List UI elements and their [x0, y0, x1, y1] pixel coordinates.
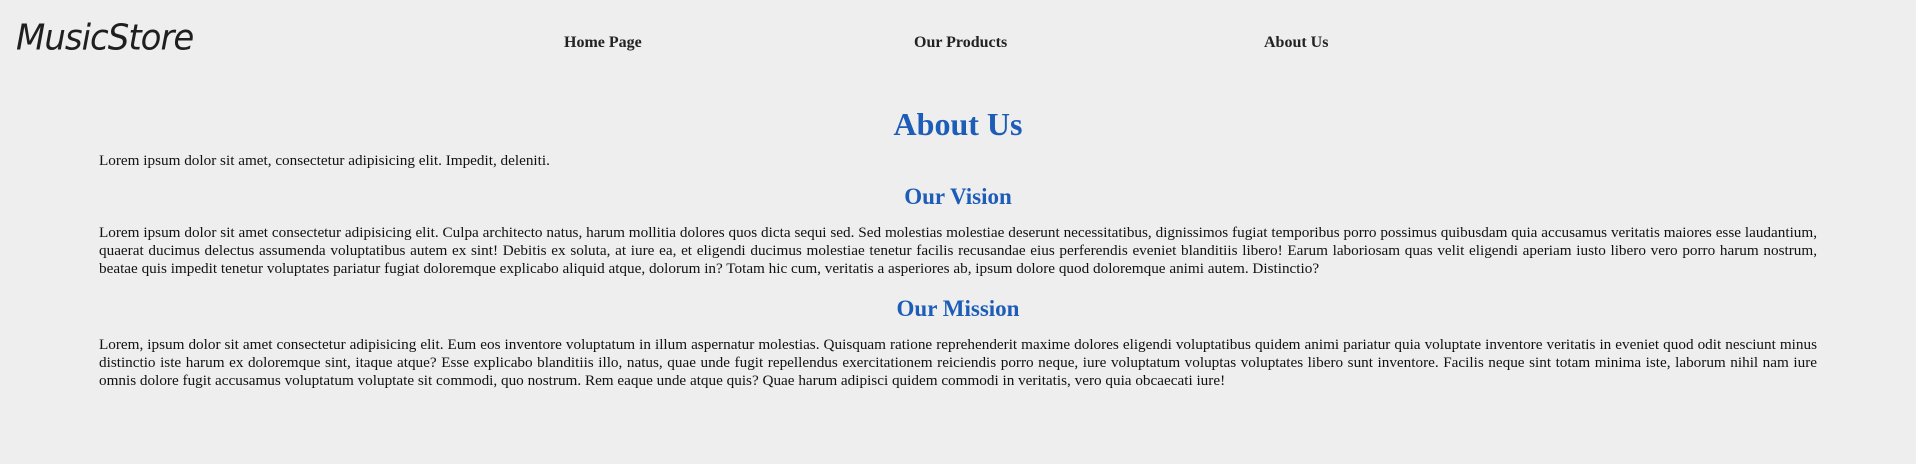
- nav-our-products[interactable]: Our Products: [914, 34, 1007, 52]
- page-title: About Us: [893, 106, 1023, 142]
- mission-text: Lorem, ipsum dolor sit amet consectetur …: [99, 336, 1817, 389]
- vision-heading: Our Vision: [904, 184, 1012, 209]
- vision-text: Lorem ipsum dolor sit amet consectetur a…: [99, 224, 1817, 277]
- intro-text: Lorem ipsum dolor sit amet, consectetur …: [99, 152, 550, 169]
- about-section: About Us Lorem ipsum dolor sit amet, con…: [0, 106, 1916, 390]
- site-header: MusicStore Home Page Our Products About …: [0, 0, 1916, 88]
- logo[interactable]: MusicStore: [16, 17, 194, 59]
- nav-about-us[interactable]: About Us: [1264, 34, 1328, 52]
- nav-home-page[interactable]: Home Page: [564, 34, 642, 52]
- mission-heading: Our Mission: [896, 296, 1020, 321]
